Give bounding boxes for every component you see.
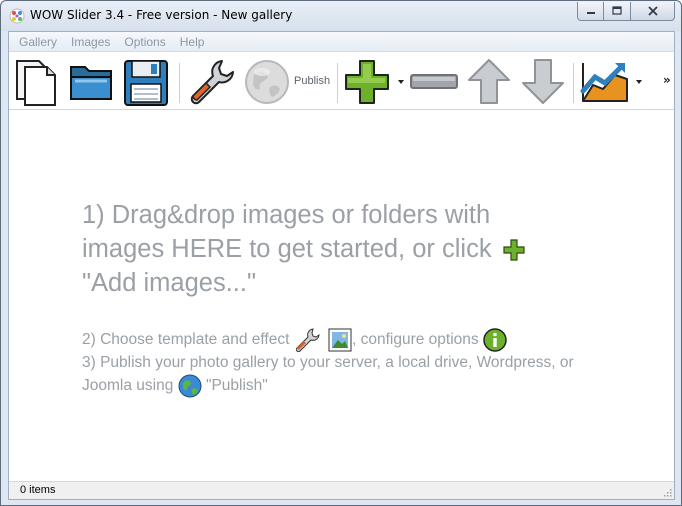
wrench-icon xyxy=(295,328,320,352)
arrow-up-icon xyxy=(468,59,510,104)
step3-text: 3) Publish your photo gallery to your se… xyxy=(82,354,574,395)
menu-gallery[interactable]: Gallery xyxy=(12,32,64,52)
caption-buttons xyxy=(577,2,675,21)
move-up-button[interactable] xyxy=(465,57,513,107)
chart-icon xyxy=(580,63,628,102)
close-icon xyxy=(647,6,658,16)
toolbar-separator xyxy=(337,63,338,103)
gallery-drop-area[interactable]: 1) Drag&drop images or folders with imag… xyxy=(9,111,674,481)
toolbar: Publish » xyxy=(9,53,674,110)
statistics-dropdown-icon[interactable] xyxy=(636,80,642,84)
plus-icon xyxy=(345,60,389,104)
close-button[interactable] xyxy=(631,2,675,21)
steps-2-3-instruction: 2) Choose template and effect , configur… xyxy=(82,328,622,398)
publish-button[interactable] xyxy=(242,57,292,107)
step3-line: 3) Publish your photo gallery to your se… xyxy=(82,352,622,398)
app-window: WOW Slider 3.4 - Free version - New gall… xyxy=(0,0,682,506)
toolbar-separator xyxy=(179,63,180,103)
remove-image-button[interactable] xyxy=(409,57,459,107)
status-bar: 0 items xyxy=(9,481,674,499)
item-count: 0 items xyxy=(20,484,56,496)
arrow-down-icon xyxy=(522,59,564,104)
maximize-icon xyxy=(612,6,622,15)
move-down-button[interactable] xyxy=(519,57,567,107)
toolbar-separator xyxy=(573,63,574,103)
toolbar-overflow-icon[interactable]: » xyxy=(663,73,671,87)
step1-line1: 1) Drag&drop images or folders with xyxy=(82,201,491,229)
step1-line2: images HERE to get started, or click xyxy=(82,232,552,266)
add-images-button[interactable] xyxy=(343,57,391,107)
menu-images[interactable]: Images xyxy=(64,32,117,52)
new-gallery-button[interactable] xyxy=(13,57,61,107)
minimize-icon xyxy=(586,12,595,14)
image-effect-icon xyxy=(328,328,352,352)
new-document-icon xyxy=(16,60,56,106)
step1-line3: "Add images..." xyxy=(82,269,257,297)
resize-grip-icon[interactable] xyxy=(662,487,672,497)
step2-suffix: , configure options xyxy=(352,331,479,349)
step2-line: 2) Choose template and effect , configur… xyxy=(82,328,622,352)
minus-icon xyxy=(410,74,458,89)
info-icon xyxy=(483,328,507,352)
menu-bar: Gallery Images Options Help xyxy=(9,32,674,52)
statistics-button[interactable] xyxy=(579,57,631,107)
open-folder-icon xyxy=(70,66,112,100)
open-gallery-button[interactable] xyxy=(67,57,117,107)
step2-prefix: 2) Choose template and effect xyxy=(82,331,290,349)
save-disk-icon xyxy=(124,60,168,106)
app-icon xyxy=(9,8,25,24)
step1-line2-text: images HERE to get started, or click xyxy=(82,235,492,263)
add-images-dropdown-icon[interactable] xyxy=(398,80,404,84)
wrench-icon xyxy=(190,60,234,105)
title-bar[interactable]: WOW Slider 3.4 - Free version - New gall… xyxy=(1,1,681,31)
window-title: WOW Slider 3.4 - Free version - New gall… xyxy=(30,8,293,22)
maximize-button[interactable] xyxy=(604,2,631,21)
minimize-button[interactable] xyxy=(577,2,604,21)
client-area: Gallery Images Options Help Publish » 1)… xyxy=(8,31,675,500)
step3-suffix: "Publish" xyxy=(205,377,268,395)
menu-help[interactable]: Help xyxy=(173,32,212,52)
template-settings-button[interactable] xyxy=(186,57,236,107)
globe-icon xyxy=(178,374,202,398)
menu-options[interactable]: Options xyxy=(117,32,172,52)
save-gallery-button[interactable] xyxy=(121,57,171,107)
step1-instruction: 1) Drag&drop images or folders with imag… xyxy=(82,198,552,300)
publish-label: Publish xyxy=(294,75,331,87)
plus-icon xyxy=(503,239,525,261)
globe-icon xyxy=(245,60,289,104)
